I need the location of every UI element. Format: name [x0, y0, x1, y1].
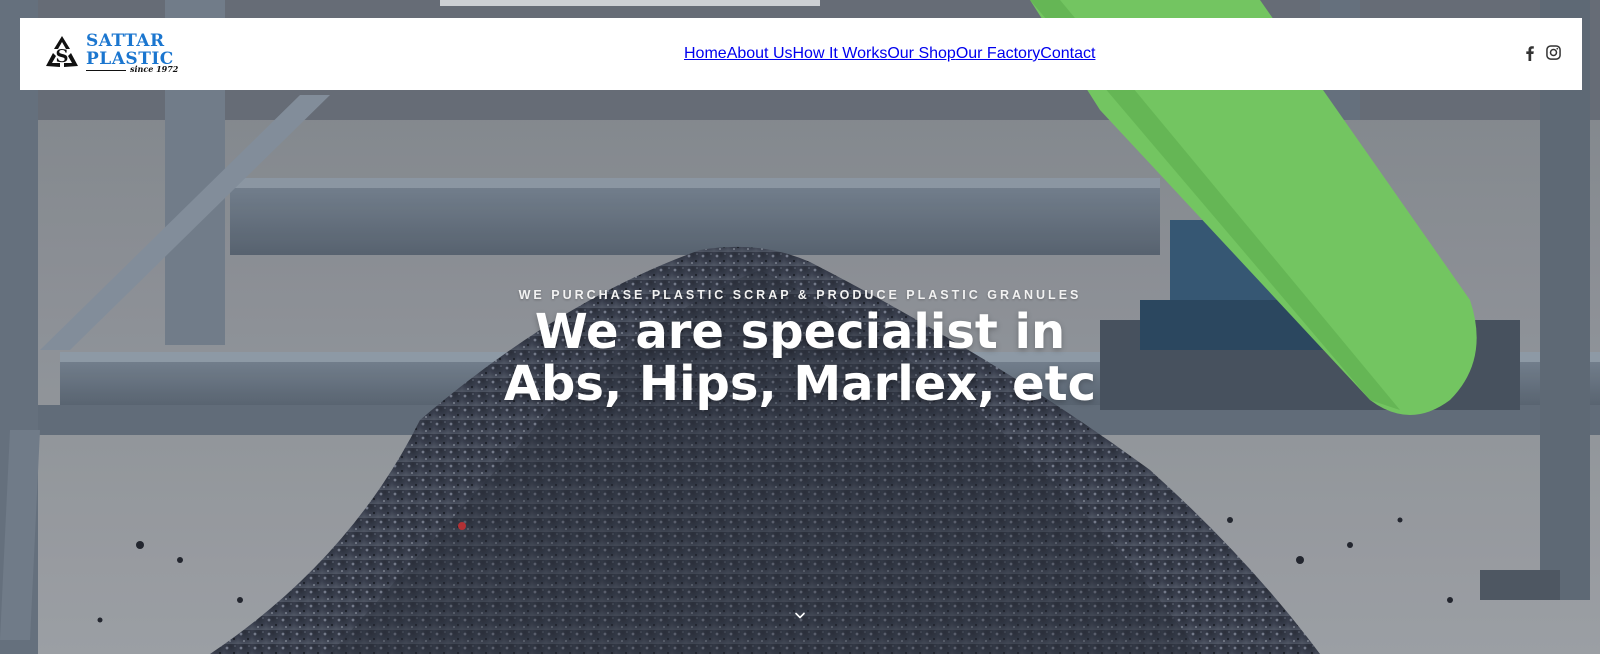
hero-section: S SATTAR PLASTIC since 1972 Home About U… [0, 0, 1600, 654]
hero-headline-line2: Abs, Hips, Marlex, etc [503, 356, 1097, 412]
hero-headline: We are specialist in Abs, Hips, Marlex, … [0, 306, 1600, 410]
chevron-down-icon[interactable] [792, 608, 808, 624]
hero-content: WE PURCHASE PLASTIC SCRAP & PRODUCE PLAS… [0, 0, 1600, 654]
hero-headline-line1: We are specialist in [534, 304, 1066, 360]
hero-eyebrow: WE PURCHASE PLASTIC SCRAP & PRODUCE PLAS… [518, 288, 1082, 302]
